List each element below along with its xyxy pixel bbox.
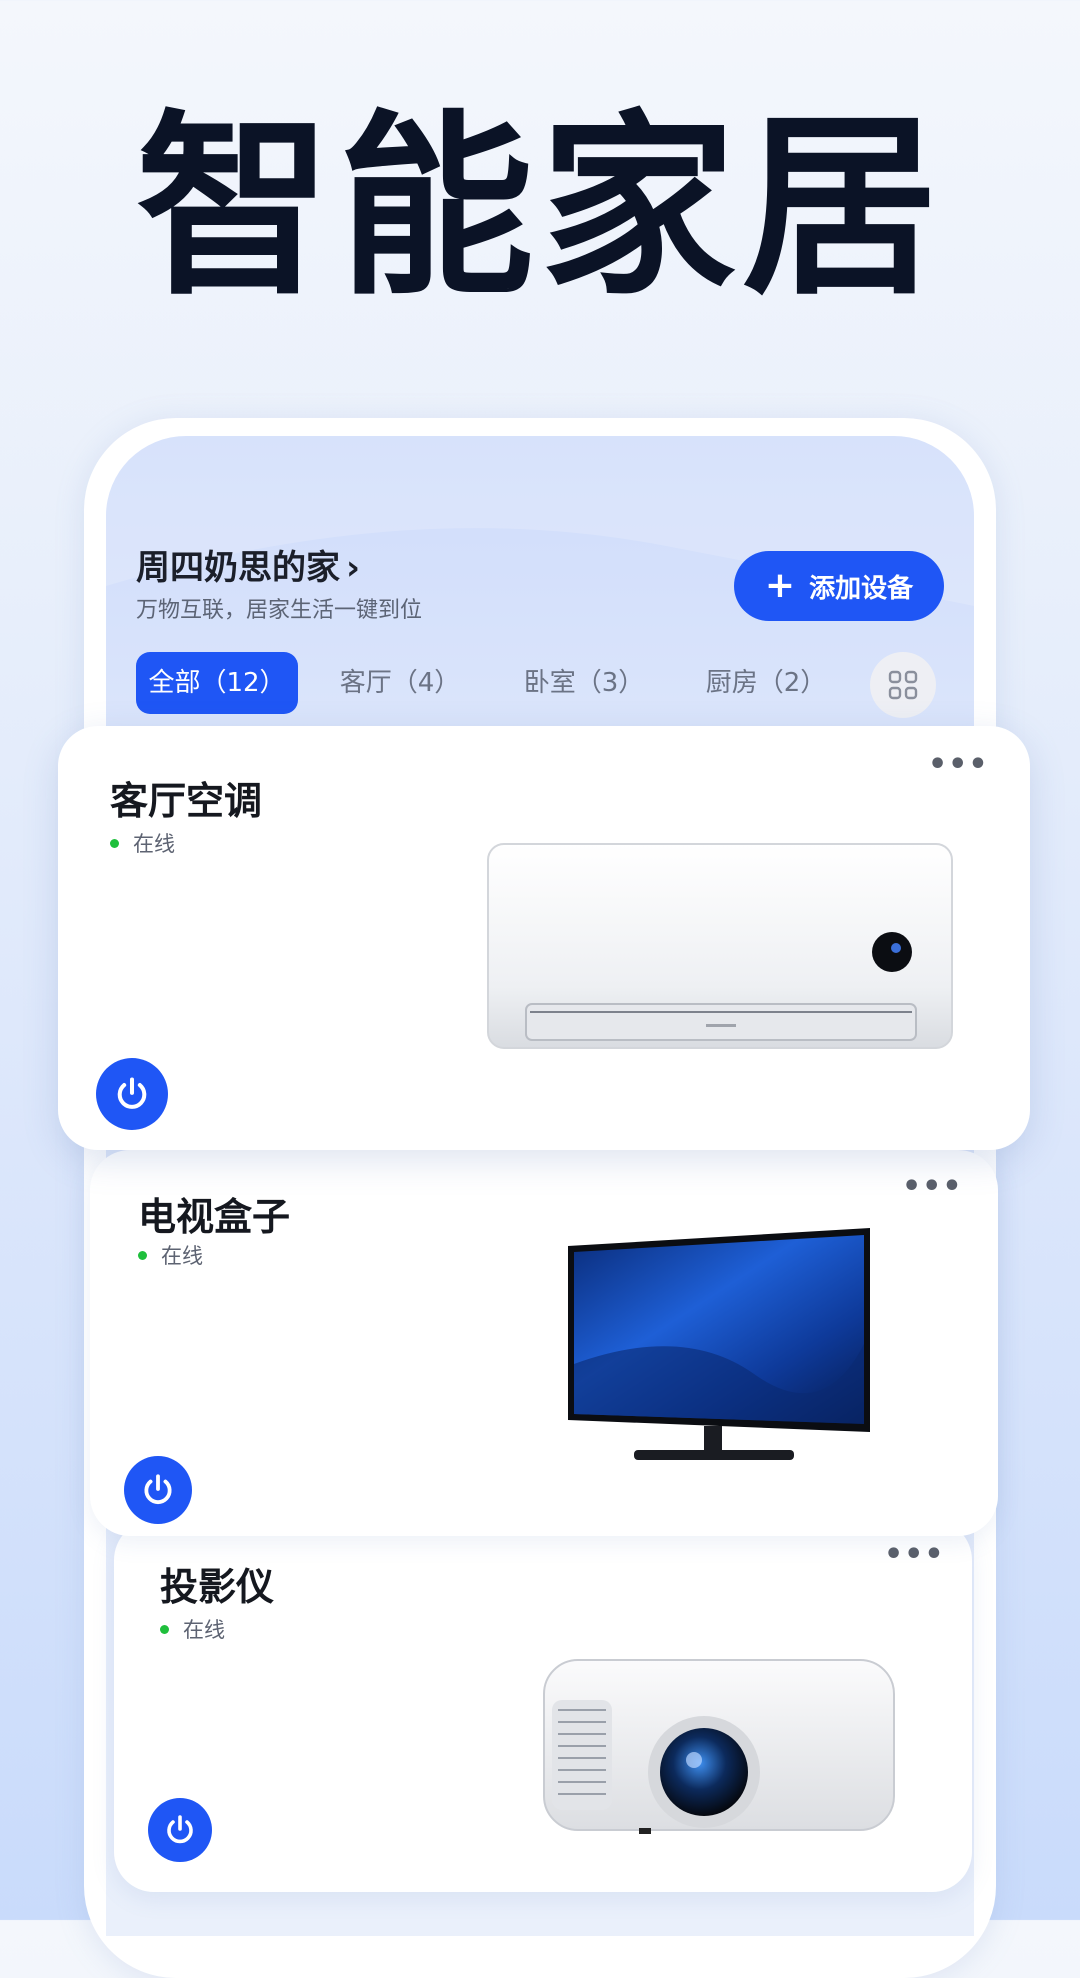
device-status-label: 在线 <box>133 832 175 856</box>
chevron-right-icon: › <box>346 548 361 588</box>
device-card-projector[interactable]: 投影仪 在线 ••• <box>114 1520 972 1892</box>
tab-kitchen[interactable]: 厨房（2） <box>692 652 840 714</box>
online-dot-icon <box>110 838 119 848</box>
power-button[interactable] <box>124 1456 192 1524</box>
home-selector[interactable]: 周四奶思的家 › <box>136 540 360 589</box>
tab-living-room[interactable]: 客厅（4） <box>326 652 474 714</box>
grid-icon <box>888 670 918 700</box>
device-card-tv[interactable]: 电视盒子 在线 ••• <box>90 1150 998 1536</box>
air-conditioner-image <box>487 843 953 1049</box>
room-tabs: 全部（12） 客厅（4） 卧室（3） 厨房（2） <box>136 652 956 716</box>
tv-image <box>568 1228 870 1460</box>
device-card-air-conditioner[interactable]: 客厅空调 在线 ••• <box>58 726 1030 1150</box>
device-name: 客厅空调 <box>110 779 263 823</box>
device-status: 在线 <box>110 828 175 858</box>
power-button[interactable] <box>148 1798 212 1862</box>
add-device-button[interactable]: + 添加设备 <box>734 551 944 621</box>
more-icon[interactable]: ••• <box>928 750 989 780</box>
power-button[interactable] <box>96 1058 168 1130</box>
power-icon <box>144 1474 172 1504</box>
more-icon[interactable]: ••• <box>902 1172 963 1202</box>
device-status: 在线 <box>138 1240 203 1270</box>
online-dot-icon <box>138 1250 147 1260</box>
device-name: 投影仪 <box>160 1565 275 1609</box>
add-device-label: 添加设备 <box>809 573 914 604</box>
power-icon <box>117 1077 147 1109</box>
device-status: 在线 <box>160 1614 225 1644</box>
home-name: 周四奶思的家 <box>136 548 340 588</box>
grid-view-button[interactable] <box>870 652 936 718</box>
device-name: 电视盒子 <box>138 1195 291 1239</box>
home-subtitle: 万物互联，居家生活一键到位 <box>136 598 423 623</box>
plus-icon: + <box>764 565 796 606</box>
tab-all[interactable]: 全部（12） <box>136 652 298 714</box>
power-icon <box>167 1815 193 1844</box>
more-icon[interactable]: ••• <box>884 1540 945 1570</box>
device-status-label: 在线 <box>183 1618 225 1642</box>
online-dot-icon <box>160 1624 169 1634</box>
tab-bedroom[interactable]: 卧室（3） <box>510 652 658 714</box>
device-status-label: 在线 <box>161 1244 203 1268</box>
hero-title: 智能家居 <box>135 94 944 322</box>
projector-image <box>543 1659 895 1834</box>
